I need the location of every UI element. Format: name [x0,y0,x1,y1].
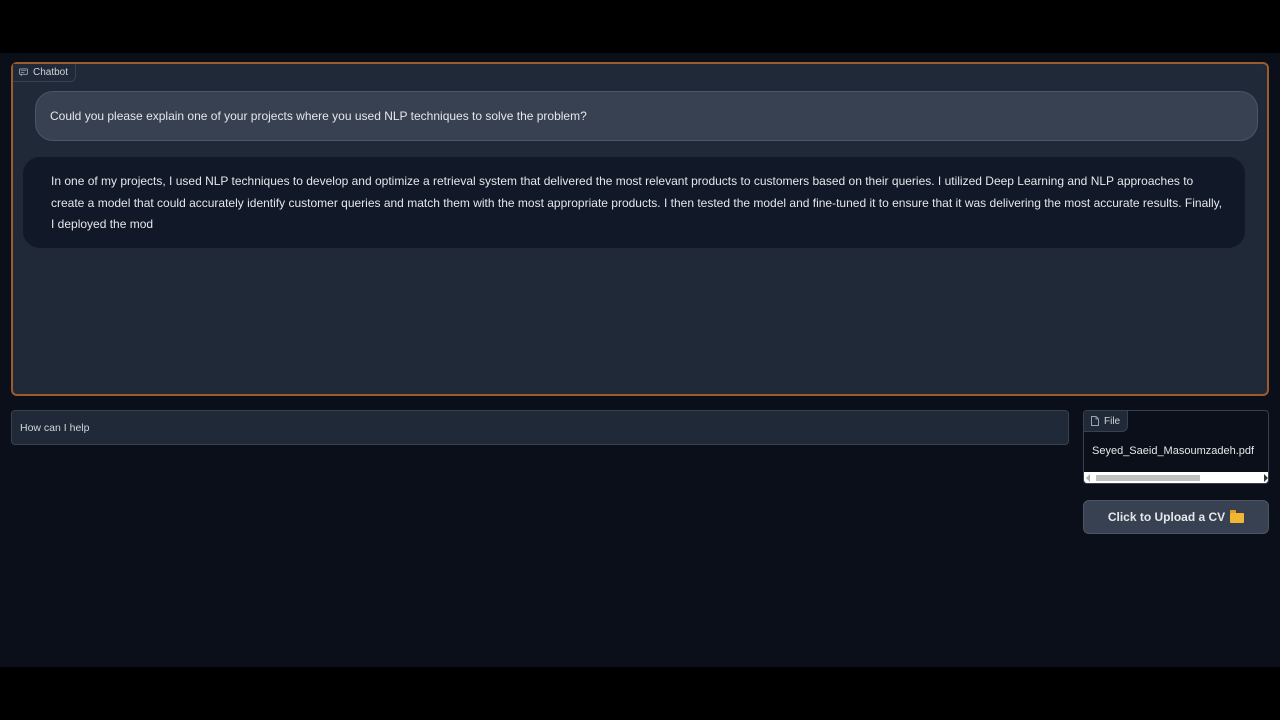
scroll-right-icon[interactable] [1264,474,1268,482]
bot-message: In one of my projects, I used NLP techni… [22,156,1246,249]
file-label: File [1084,411,1129,432]
chatbot-label-text: Chatbot [33,67,69,78]
folder-icon [1230,509,1245,523]
chat-input[interactable] [11,410,1069,445]
file-name[interactable]: Seyed_Saeid_Masoumzadeh.pdf [1092,445,1254,457]
horizontal-scrollbar[interactable] [1084,472,1268,483]
chatbot-label: Chatbot [13,64,77,82]
file-label-text: File [1104,415,1121,427]
file-icon [1091,416,1099,426]
scroll-thumb[interactable] [1096,475,1200,481]
app-container: Chatbot Could you please explain one of … [0,53,1280,667]
chat-icon [19,68,28,77]
upload-button-label: Click to Upload a CV [1107,510,1226,524]
scroll-left-icon[interactable] [1086,474,1090,482]
file-panel: File Seyed_Saeid_Masoumzadeh.pdf [1083,410,1269,484]
user-message: Could you please explain one of your pro… [35,91,1258,141]
chatbot-panel: Chatbot Could you please explain one of … [11,62,1269,396]
upload-cv-button[interactable]: Click to Upload a CV [1083,500,1269,534]
